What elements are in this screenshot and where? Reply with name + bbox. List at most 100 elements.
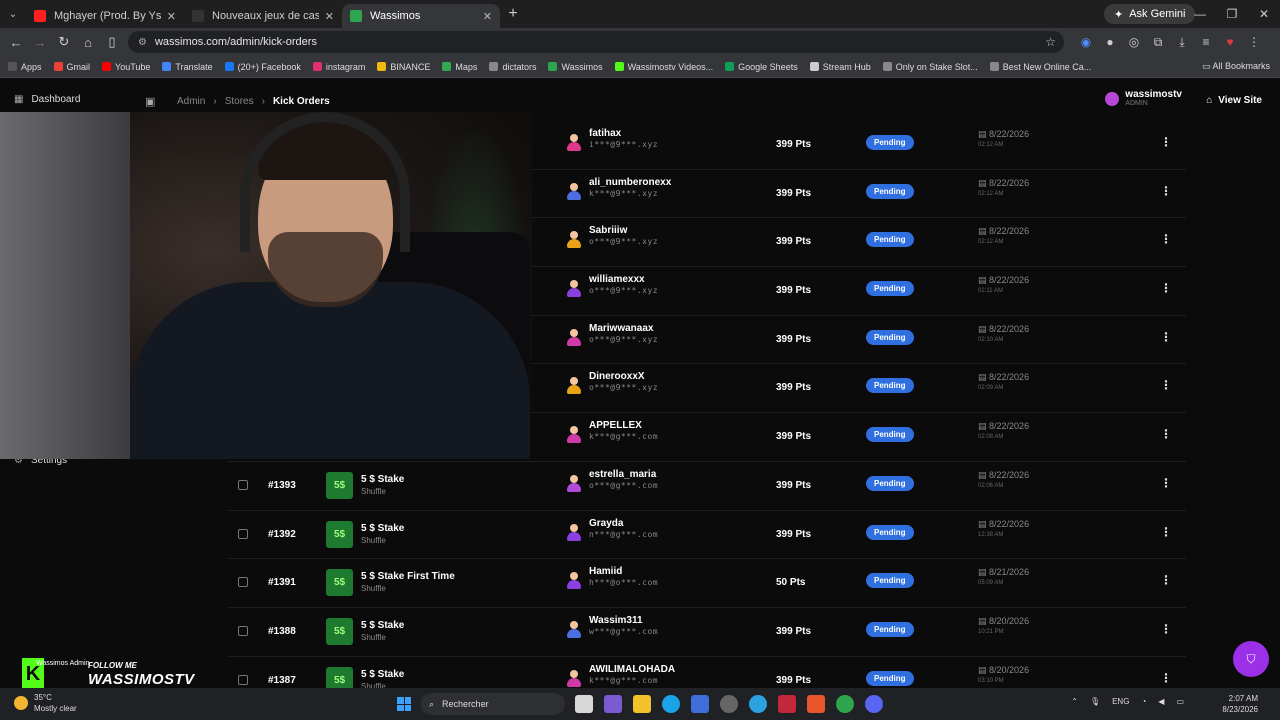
user-email: h***@o***.com xyxy=(589,578,659,588)
browser-menu-icon[interactable]: ⋮ xyxy=(1242,35,1266,49)
view-site-button[interactable]: ⌂ View Site xyxy=(1206,95,1262,106)
row-actions-menu-icon[interactable]: ⋮ xyxy=(1160,622,1172,636)
restore-button[interactable]: ❐ xyxy=(1216,0,1248,28)
wifi-icon[interactable]: ◔ xyxy=(1141,697,1146,706)
browser-tab[interactable]: Mghayer (Prod. By Ysos) #CAM ✕ xyxy=(26,4,184,28)
bookmark-star-icon[interactable]: ☆ xyxy=(1045,35,1056,49)
new-tab-button[interactable]: + xyxy=(500,5,526,23)
status-badge: Pending xyxy=(866,183,914,199)
download-icon[interactable]: ⤓ xyxy=(1170,35,1194,50)
site-info-icon[interactable]: ⚙ xyxy=(138,37,147,48)
row-checkbox[interactable] xyxy=(238,577,248,588)
telegram-icon[interactable] xyxy=(749,695,767,713)
bookmark-item[interactable]: BINANCE xyxy=(377,62,430,72)
chevron-up-icon[interactable]: ⌃ xyxy=(1071,697,1078,706)
sidebar-toggle-icon[interactable]: ▣ xyxy=(145,95,155,108)
volume-icon[interactable]: ◀ xyxy=(1158,697,1164,706)
browser-tab[interactable]: Nouveaux jeux de casino 2026 ✕ xyxy=(184,4,342,28)
bookmark-item[interactable]: Gmail xyxy=(53,62,90,72)
row-actions-menu-icon[interactable]: ⋮ xyxy=(1160,427,1172,441)
mic-icon[interactable]: 🎙 xyxy=(1090,697,1100,706)
extension-icon-3[interactable]: ◎ xyxy=(1122,35,1146,49)
taskbar-search[interactable]: ⌕ Rechercher xyxy=(421,693,565,715)
ask-gemini-button[interactable]: ✦ Ask Gemini xyxy=(1104,4,1196,24)
row-actions-menu-icon[interactable]: ⋮ xyxy=(1160,281,1172,295)
sidebar-item-dashboard[interactable]: ▦ Dashboard xyxy=(14,94,124,105)
widgets-icon[interactable] xyxy=(604,695,622,713)
store-icon[interactable] xyxy=(691,695,709,713)
user-name: APPELLEX xyxy=(589,420,642,432)
bookmark-item[interactable]: dictators xyxy=(489,62,536,72)
row-actions-menu-icon[interactable]: ⋮ xyxy=(1160,184,1172,198)
row-actions-menu-icon[interactable]: ⋮ xyxy=(1160,135,1172,149)
user-menu[interactable]: wassimostv ADMIN xyxy=(1105,90,1182,107)
bookmark-item[interactable]: Wassimos xyxy=(548,62,603,72)
bookmark-item[interactable]: Wassimostv Videos... xyxy=(614,62,713,72)
close-tab-icon[interactable]: ✕ xyxy=(325,10,334,23)
bookmark-item[interactable]: Maps xyxy=(442,62,477,72)
forward-icon[interactable]: → xyxy=(28,35,52,50)
language-indicator[interactable]: ENG xyxy=(1112,697,1129,706)
adobe-icon[interactable] xyxy=(778,695,796,713)
close-tab-icon[interactable]: ✕ xyxy=(483,10,492,23)
breadcrumb-admin[interactable]: Admin xyxy=(177,96,205,107)
browser-tab[interactable]: Wassimos ✕ xyxy=(342,4,500,28)
chrome-icon[interactable] xyxy=(836,695,854,713)
row-actions-menu-icon[interactable]: ⋮ xyxy=(1160,232,1172,246)
brave-icon[interactable] xyxy=(807,695,825,713)
product-image: 5$ xyxy=(326,569,353,597)
file-explorer-icon[interactable] xyxy=(633,695,651,713)
profile-icon[interactable]: ♥ xyxy=(1218,35,1242,49)
home-icon[interactable]: ⌂ xyxy=(76,35,100,50)
discord-icon[interactable] xyxy=(865,695,883,713)
row-actions-menu-icon[interactable]: ⋮ xyxy=(1160,573,1172,587)
row-actions-menu-icon[interactable]: ⋮ xyxy=(1160,378,1172,392)
reload-icon[interactable]: ↻ xyxy=(52,34,76,50)
bookmark-item[interactable]: Only on Stake Slot... xyxy=(882,62,978,72)
bookmark-item[interactable]: YouTube xyxy=(102,62,150,72)
user-email: k***@9***.xyz xyxy=(589,188,659,198)
row-checkbox[interactable] xyxy=(238,528,248,539)
home-icon: ⌂ xyxy=(1206,95,1213,106)
address-bar[interactable]: ⚙ wassimos.com/admin/kick-orders ☆ xyxy=(128,31,1064,53)
row-actions-menu-icon[interactable]: ⋮ xyxy=(1160,476,1172,490)
extension-icon-1[interactable]: ◉ xyxy=(1074,35,1098,49)
row-checkbox[interactable] xyxy=(238,625,248,636)
bookmark-item[interactable]: Apps xyxy=(8,62,42,72)
bookmark-item[interactable]: (20+) Facebook xyxy=(224,62,301,72)
all-bookmarks-button[interactable]: ▭ All Bookmarks xyxy=(1202,61,1270,72)
product-brand: Shuffle xyxy=(361,535,386,545)
extension-icon-2[interactable]: ● xyxy=(1098,35,1122,49)
order-id: #1387 xyxy=(268,674,296,686)
row-actions-menu-icon[interactable]: ⋮ xyxy=(1160,671,1172,685)
tab-search-chevron-icon[interactable]: ⌄ xyxy=(0,0,26,28)
row-actions-menu-icon[interactable]: ⋮ xyxy=(1160,525,1172,539)
row-checkbox[interactable] xyxy=(238,479,248,490)
task-view-icon[interactable] xyxy=(575,695,593,713)
start-button[interactable] xyxy=(397,697,411,711)
close-window-button[interactable]: ✕ xyxy=(1248,0,1280,28)
bookmark-item[interactable]: Best New Online Ca... xyxy=(989,62,1091,72)
row-checkbox[interactable] xyxy=(238,674,248,685)
bookmark-item[interactable]: Stream Hub xyxy=(809,62,871,72)
weather-widget[interactable]: 35°C Mostly clear xyxy=(14,692,77,714)
bookmark-item[interactable]: Google Sheets xyxy=(725,62,798,72)
product-name: 5 $ Stake xyxy=(361,619,405,631)
side-panel-icon[interactable]: ▯ xyxy=(100,34,124,50)
extensions-puzzle-icon[interactable]: ⧉ xyxy=(1146,35,1170,50)
breadcrumb-stores[interactable]: Stores xyxy=(225,96,254,107)
media-icon[interactable]: ≡ xyxy=(1194,35,1218,49)
bookmark-item[interactable]: Translate xyxy=(162,62,213,72)
bookmark-item[interactable]: instagram xyxy=(312,62,365,72)
close-tab-icon[interactable]: ✕ xyxy=(167,10,176,23)
product-brand: Shuffle xyxy=(361,632,386,642)
minimize-button[interactable]: — xyxy=(1184,0,1216,28)
floating-shield-button[interactable]: ⛉ xyxy=(1233,641,1269,677)
row-actions-menu-icon[interactable]: ⋮ xyxy=(1160,330,1172,344)
back-icon[interactable]: ← xyxy=(4,35,28,50)
edge-icon[interactable] xyxy=(662,695,680,713)
clock[interactable]: 2:07 AM 8/23/2026 xyxy=(1222,693,1258,715)
calendar-icon: ▤ xyxy=(978,177,987,188)
app-icon[interactable] xyxy=(720,695,738,713)
battery-icon[interactable]: ▭ xyxy=(1176,697,1184,706)
